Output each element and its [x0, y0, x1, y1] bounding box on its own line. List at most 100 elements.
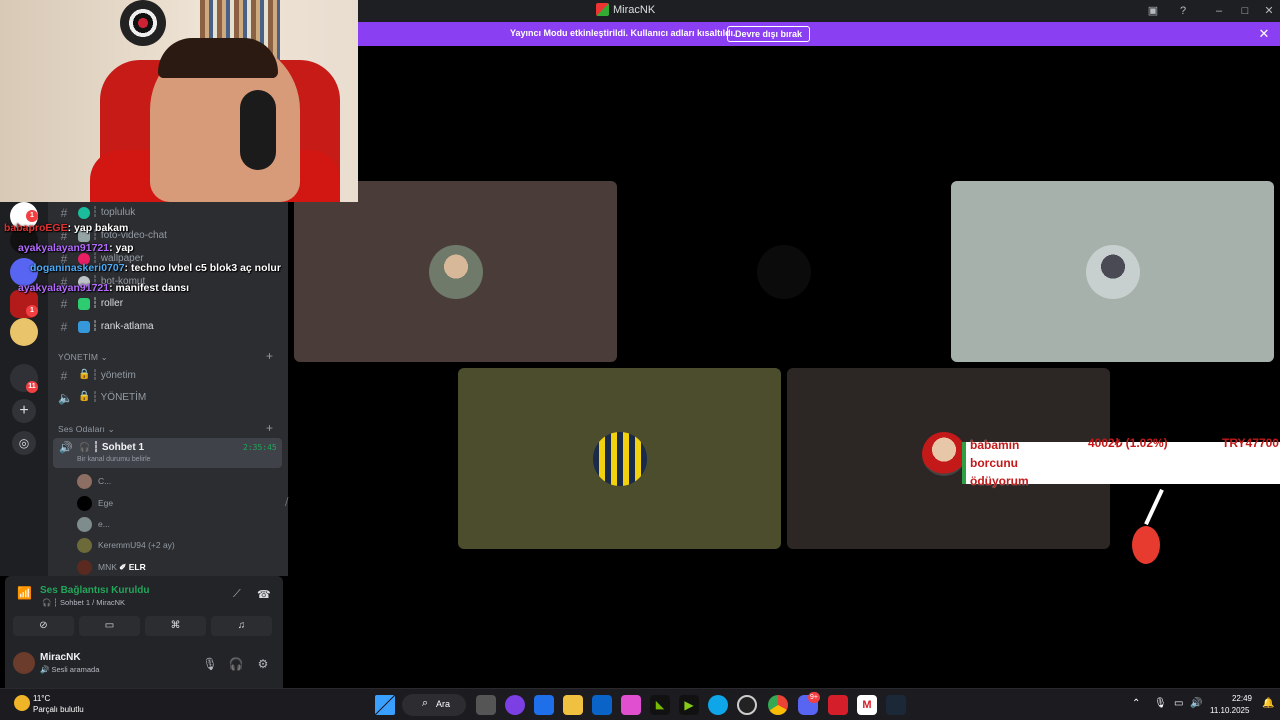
store-icon[interactable] [534, 695, 554, 715]
channel-roller[interactable]: # ┆ roller [58, 293, 280, 315]
channel-yonetim-voice[interactable]: 🔈 🔒 ┆ YÖNETİM [58, 387, 280, 409]
channel-name: YÖNETİM [100, 392, 147, 403]
chat-username: doganinaskeri0707 [30, 262, 125, 274]
participant-avatar [756, 244, 811, 299]
disconnect-icon[interactable]: ☎ [257, 588, 271, 601]
speaker-icon: 🔊 [59, 442, 73, 454]
balloon [1132, 526, 1160, 564]
avatar [77, 474, 92, 489]
headset [240, 90, 276, 170]
dartboard [120, 0, 166, 46]
outlook-icon[interactable] [592, 695, 612, 715]
speaker-icon: 🔈 [58, 391, 73, 405]
settings-gear-icon[interactable]: ⚙ [254, 655, 272, 673]
user-status: 🔊 Sesli aramada [40, 665, 99, 674]
maximize-button[interactable]: □ [1234, 2, 1256, 20]
weather-icon[interactable] [14, 695, 30, 711]
chat-username: babaproEGE [4, 222, 68, 234]
category-yonetim[interactable]: YÖNETİM ⌄ [58, 352, 108, 363]
nvidia-icon[interactable]: ◣ [650, 695, 670, 715]
server-badge: 1 [26, 210, 38, 222]
office-icon[interactable] [621, 695, 641, 715]
discord-badge: 9+ [808, 692, 820, 703]
notification-bell-icon[interactable]: 🔔 [1262, 698, 1274, 709]
app-icon-m[interactable]: M [857, 695, 877, 715]
balloon-string [1144, 488, 1164, 526]
category-ses-odalari[interactable]: Ses Odaları ⌄ [58, 424, 115, 435]
video-tile[interactable] [951, 181, 1274, 362]
task-view-icon[interactable] [476, 695, 496, 715]
share-screen-button[interactable]: ▭ [79, 616, 140, 636]
server-icon[interactable] [10, 318, 38, 346]
video-tile[interactable] [622, 181, 945, 362]
channel-yonetim-text[interactable]: # 🔒 ┆ yönetim [58, 365, 280, 387]
check-icon [78, 298, 90, 310]
video-tile[interactable] [458, 368, 781, 549]
channel-name: yönetim [100, 370, 136, 381]
obs-icon[interactable] [737, 695, 757, 715]
search-box[interactable]: ⌕ Ara [402, 694, 466, 716]
chat-text: : yap [109, 242, 134, 254]
chat-message: ayakyalayan91721: yap [18, 242, 134, 254]
clock-time[interactable]: 22:49 [1228, 694, 1252, 703]
disable-streamer-mode-button[interactable]: Devre dışı bırak [727, 26, 811, 42]
channel-rank-atlama[interactable]: # ┆ rank-atlama [58, 316, 280, 338]
voice-timer: 2:35:45 [243, 443, 277, 452]
signal-icon: 📶 [17, 586, 32, 600]
start-icon[interactable] [375, 695, 395, 715]
steam-icon[interactable] [886, 695, 906, 715]
close-window-button[interactable]: ✕ [1258, 2, 1280, 20]
weather-temp: 11°C [33, 694, 51, 703]
active-voice-channel[interactable]: 🔊 🎧 ┆ Sohbet 1 2:35:45 Bir kanal durumu … [53, 438, 282, 468]
app-icon-red[interactable] [828, 695, 848, 715]
headphones-icon: 🎧 [79, 442, 91, 452]
camera-off-button[interactable]: ⊘ [13, 616, 74, 636]
chrome-icon[interactable] [768, 695, 788, 715]
donation-amount: 4002₺ (1.02%) [1088, 436, 1168, 450]
add-channel-icon[interactable]: + [266, 349, 273, 363]
help-icon[interactable]: ? [1172, 2, 1194, 20]
chevron-up-icon[interactable]: ⌃ [1132, 698, 1140, 709]
microphone-icon[interactable]: 🎙 [1154, 698, 1167, 709]
add-channel-icon[interactable]: + [266, 421, 273, 435]
add-server-icon[interactable]: + [12, 399, 36, 423]
search-icon: ⌕ [422, 697, 429, 709]
voice-location-text: Sohbet 1 / MiracNK [60, 598, 126, 607]
channel-name: topluluk [100, 207, 136, 218]
participant-avatar [592, 431, 647, 486]
volume-icon[interactable]: 🔊 [1190, 698, 1202, 709]
noise-suppression-icon[interactable]: ⟋ [233, 588, 241, 601]
clock-date[interactable]: 11.10.2025 [1210, 706, 1249, 715]
network-icon[interactable]: ▭ [1174, 698, 1183, 709]
webcam-overlay [0, 0, 358, 202]
edge-icon[interactable] [708, 695, 728, 715]
avatar [77, 560, 92, 575]
voice-status[interactable]: Ses Bağlantısı Kuruldu [40, 585, 149, 596]
donation-alert: babamın borcunu ödüyorum 4002₺ (1.02%) T… [962, 436, 1280, 488]
discover-icon[interactable]: ◎ [12, 431, 36, 455]
channel-emoji-icon [78, 207, 90, 219]
microphone-icon[interactable]: 🎙 [201, 655, 219, 673]
inbox-icon[interactable]: ▣ [1142, 2, 1164, 20]
title-bar: MiracNK ▣ ? – □ ✕ [358, 0, 1280, 22]
video-tile[interactable] [294, 181, 617, 362]
user-avatar[interactable] [13, 652, 35, 674]
voice-user-name: e... [98, 519, 110, 529]
headphones-icon[interactable]: 🎧 [227, 655, 245, 673]
taskbar: 11°C Parçalı bulutlu ⌕ Ara ◣ ▶ 9+ M ⌃ 🎙 … [0, 688, 1280, 720]
server-badge: 1 [26, 305, 38, 317]
channel-status[interactable]: Bir kanal durumu belirle [77, 456, 151, 463]
activity-button[interactable]: ⌘ [145, 616, 206, 636]
banner-message: Yayıncı Modu etkinleştirildi. Kullanıcı … [510, 28, 736, 38]
minimize-button[interactable]: – [1208, 2, 1230, 20]
channel-name: rank-atlama [100, 321, 154, 332]
channel-topluluk[interactable]: # ┆ topluluk [58, 202, 280, 224]
gamepass-icon[interactable]: ▶ [679, 695, 699, 715]
close-banner-icon[interactable]: ✕ [1256, 26, 1272, 42]
copilot-icon[interactable] [505, 695, 525, 715]
deafened-icon: ⧸ [285, 497, 289, 508]
up-arrow-icon [78, 321, 90, 333]
soundboard-button[interactable]: ♫ [211, 616, 272, 636]
participant-avatar [1085, 244, 1140, 299]
file-explorer-icon[interactable] [563, 695, 583, 715]
